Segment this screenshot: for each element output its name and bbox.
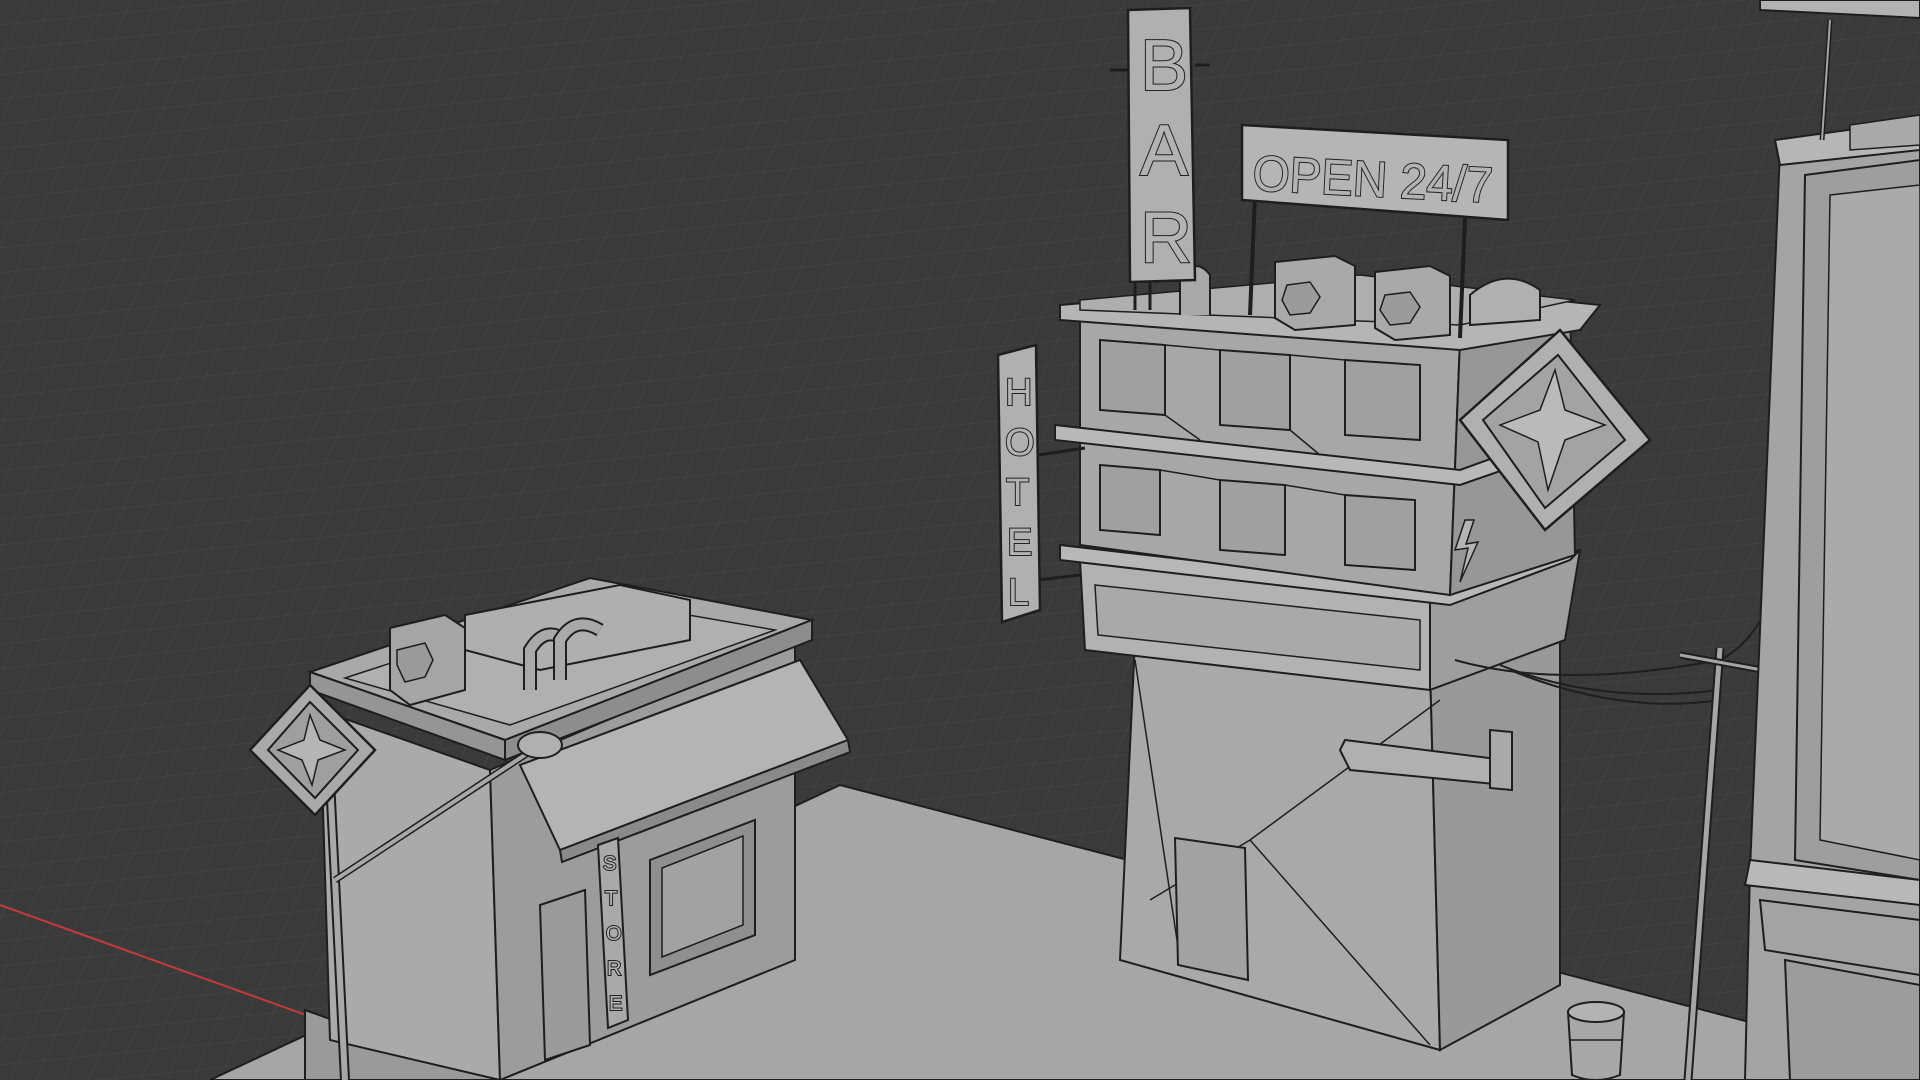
- scene-svg[interactable]: S T O R E B A R OPEN 24/7 H O T E L: [0, 0, 1920, 1080]
- hotel-sign-letter-5: L: [1008, 572, 1029, 614]
- bar-sign-letter-2: A: [1140, 111, 1188, 191]
- hotel-sign-letter-2: O: [1005, 422, 1035, 464]
- store-sign-letter-3: O: [606, 923, 622, 945]
- hotel-sign-letter-1: H: [1005, 372, 1032, 414]
- 3d-viewport[interactable]: S T O R E B A R OPEN 24/7 H O T E L: [0, 0, 1920, 1080]
- hotel-sign-letter-3: T: [1006, 472, 1029, 514]
- trash-can[interactable]: [1566, 1001, 1626, 1080]
- store-sign-letter-4: R: [607, 958, 621, 980]
- store-sign-letter-2: T: [605, 888, 617, 910]
- hotel-sign-letter-4: E: [1007, 522, 1032, 564]
- store-sign-letter-5: E: [609, 993, 622, 1015]
- store-sign-letter-1: S: [603, 853, 616, 875]
- bar-sign-letter-3: R: [1140, 198, 1192, 278]
- bar-sign-letter-1: B: [1140, 26, 1188, 106]
